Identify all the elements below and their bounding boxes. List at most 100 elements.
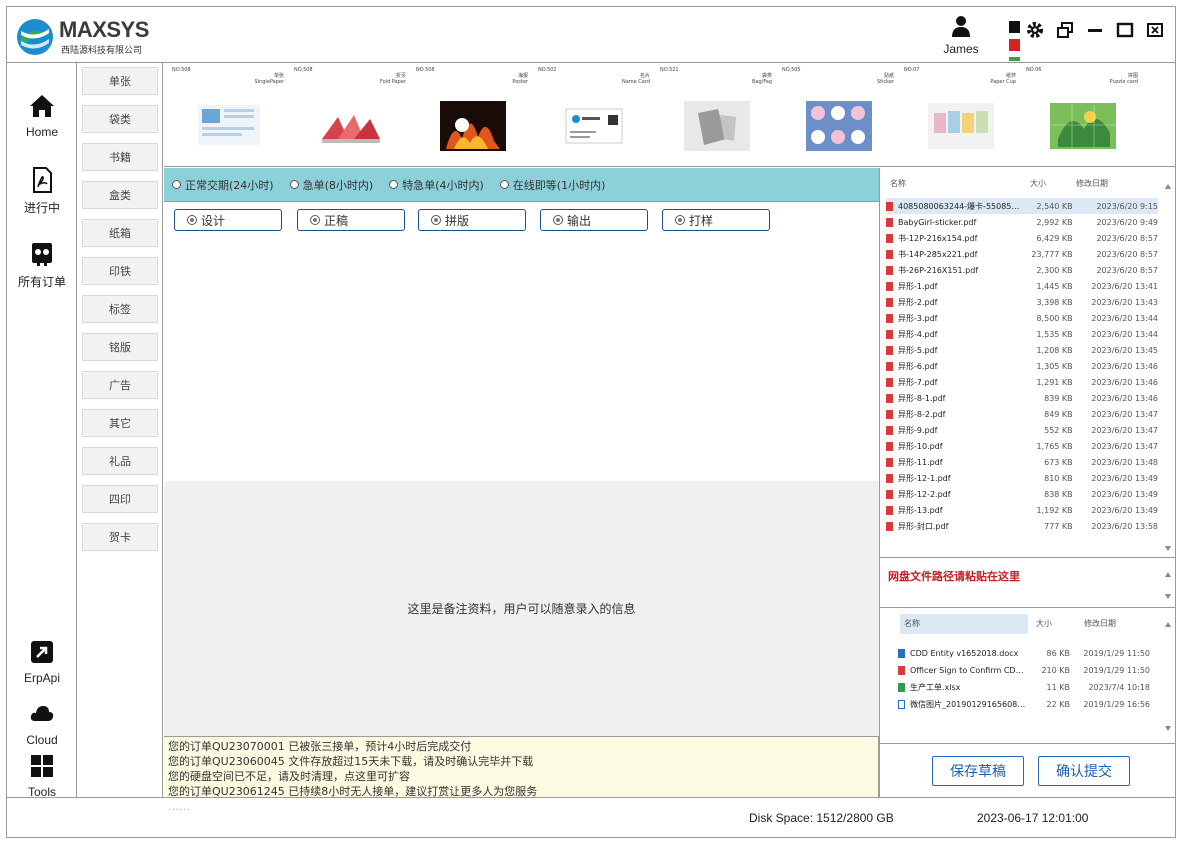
user-profile[interactable]: James [933,15,989,59]
category-item[interactable]: 书籍 [82,143,158,171]
work-area[interactable] [164,237,879,481]
column-name[interactable]: 名称 [904,618,920,629]
file-row[interactable]: 异形-12-1.pdf 810 KB 2023/6/20 13:49 [886,470,1158,486]
file-row[interactable]: 书-14P-285x221.pdf 23,777 KB 2023/6/20 8:57 [886,246,1158,262]
settings-button[interactable] [1023,19,1047,41]
message-line[interactable]: 您的硬盘空间已不足，请及时清理，点这里可扩容 [168,769,874,784]
close-button[interactable] [1143,19,1167,41]
file-list-scrollbar[interactable] [1161,168,1175,557]
file-row[interactable]: 异形-7.pdf 1,291 KB 2023/6/20 13:46 [886,374,1158,390]
pdf-file-icon [886,297,893,307]
file-row[interactable]: 异形-4.pdf 1,535 KB 2023/6/20 13:44 [886,326,1158,342]
file-size: 2,992 KB [1036,217,1073,227]
scroll-down-icon[interactable] [1165,726,1171,731]
scroll-up-icon[interactable] [1165,572,1171,577]
stage-proof[interactable]: 打样 [662,209,770,231]
pdf-file-icon [886,377,893,387]
attachment-row[interactable]: CDD Entity v1652018.docx 86 KB 2019/1/29 1… [898,646,1162,661]
attachment-row[interactable]: Officer Sign to Confirm CD… 210 KB 2019/1/… [898,663,1162,678]
urgency-option-online-wait[interactable]: 在线即等(1小时内) [499,177,605,193]
file-row[interactable]: 异形-6.pdf 1,305 KB 2023/6/20 13:46 [886,358,1158,374]
scroll-down-icon[interactable] [1165,594,1171,599]
stage-design[interactable]: 设计 [174,209,282,231]
cloud-path-input[interactable]: 网盘文件路径请粘贴在这里 [879,558,1175,608]
product-card[interactable]: NO.502 名片 Name Card [538,67,656,163]
file-name: 异形-10.pdf [898,441,943,451]
nav-cloud[interactable]: Cloud [7,701,77,747]
category-item[interactable]: 盒类 [82,181,158,209]
product-card[interactable]: NO.521 袋类 Bag/Fag [660,67,778,163]
category-item[interactable]: 四印 [82,485,158,513]
stage-label: 输出 [567,213,592,228]
product-card[interactable]: NO.508 折页 Fold Paper [294,67,412,163]
file-row[interactable]: 异形-13.pdf 1,192 KB 2023/6/20 13:49 [886,502,1158,518]
scroll-up-icon[interactable] [1165,184,1171,189]
file-row[interactable]: 异形-3.pdf 8,500 KB 2023/6/20 13:44 [886,310,1158,326]
file-row[interactable]: BabyGirl-sticker.pdf 2,992 KB 2023/6/20 9:… [886,214,1158,230]
file-row[interactable]: 异形-8-1.pdf 839 KB 2023/6/20 13:46 [886,390,1158,406]
scroll-down-icon[interactable] [1165,546,1171,551]
file-row[interactable]: 异形-5.pdf 1,208 KB 2023/6/20 13:45 [886,342,1158,358]
attachment-size: 11 KB [1046,683,1070,692]
product-card[interactable]: NO.07 纸杯 Paper Cup [904,67,1022,163]
product-card[interactable]: NO.505 贴纸 Sticker [782,67,900,163]
file-row[interactable]: 异形-12-2.pdf 838 KB 2023/6/20 13:49 [886,486,1158,502]
urgency-label: 正常交期(24小时) [185,178,274,192]
nav-home[interactable]: Home [7,93,77,139]
column-name[interactable]: 名称 [890,178,906,189]
urgency-option-urgent[interactable]: 急单(8小时内) [289,177,373,193]
category-item[interactable]: 礼品 [82,447,158,475]
product-card[interactable]: NO.06 拼图 Puzzle card [1026,67,1144,163]
stage-final[interactable]: 正稿 [297,209,405,231]
product-name-en: Puzzle card [1109,79,1138,85]
logo-subtitle: 西陆源科技有限公司 [61,46,143,56]
file-row[interactable]: 异形-8-2.pdf 849 KB 2023/6/20 13:47 [886,406,1158,422]
attachment-row[interactable]: 生产工单.xlsx 11 KB 2023/7/4 10:18 [898,680,1162,695]
nav-tools[interactable]: Tools [7,753,77,799]
attachment-name: 微信图片_20190129165608… [910,700,1026,709]
note-input-area[interactable]: 这里是备注资料，用户可以随意录入的信息 [164,481,879,737]
file-row[interactable]: 异形-10.pdf 1,765 KB 2023/6/20 13:47 [886,438,1158,454]
urgency-option-normal[interactable]: 正常交期(24小时) [172,177,274,193]
attachment-row[interactable]: 微信图片_20190129165608… 22 KB 2019/1/29 16:56 [898,697,1162,712]
stage-label: 设计 [201,213,226,228]
stage-imposition[interactable]: 拼版 [418,209,526,231]
column-size[interactable]: 大小 [1036,618,1052,629]
file-row[interactable]: 书-26P-216X151.pdf 2,300 KB 2023/6/20 8:57 [886,262,1158,278]
category-item[interactable]: 其它 [82,409,158,437]
file-row[interactable]: 异形-封口.pdf 777 KB 2023/6/20 13:58 [886,518,1158,534]
category-item[interactable]: 袋类 [82,105,158,133]
category-item[interactable]: 标签 [82,295,158,323]
file-row[interactable]: 异形-2.pdf 3,398 KB 2023/6/20 13:43 [886,294,1158,310]
scroll-up-icon[interactable] [1165,622,1171,627]
category-item[interactable]: 单张 [82,67,158,95]
file-size: 1,535 KB [1036,329,1073,339]
nav-all-orders[interactable]: 所有订单 [7,241,77,290]
stage-output[interactable]: 输出 [540,209,648,231]
urgency-option-very-urgent[interactable]: 特急单(4小时内) [389,177,484,193]
category-item[interactable]: 广告 [82,371,158,399]
file-row[interactable]: 异形-11.pdf 673 KB 2023/6/20 13:48 [886,454,1158,470]
category-item[interactable]: 贺卡 [82,523,158,551]
nav-in-progress[interactable]: 进行中 [7,167,77,216]
confirm-submit-button[interactable]: 确认提交 [1038,756,1130,786]
category-item[interactable]: 铭版 [82,333,158,361]
column-date[interactable]: 修改日期 [1084,618,1116,629]
minimize-button[interactable] [1083,19,1107,41]
attachment-date: 2023/7/4 10:18 [1088,683,1150,692]
file-row[interactable]: 异形-9.pdf 552 KB 2023/6/20 13:47 [886,422,1158,438]
file-row[interactable]: 异形-1.pdf 1,445 KB 2023/6/20 13:41 [886,278,1158,294]
column-date[interactable]: 修改日期 [1076,178,1108,189]
nav-erpapi[interactable]: ErpApi [7,639,77,685]
file-row[interactable]: 书-12P-216x154.pdf 6,429 KB 2023/6/20 8:57 [886,230,1158,246]
restore-button[interactable] [1053,19,1077,41]
save-draft-button[interactable]: 保存草稿 [932,756,1024,786]
product-card[interactable]: NO.508 单张 SinglePaper [172,67,290,163]
action-bar: 保存草稿 确认提交 [879,744,1175,797]
category-item[interactable]: 印铁 [82,257,158,285]
file-row[interactable]: 4085080063244-爆卡-55085… 2,540 KB 2023/6/20… [886,198,1158,214]
maximize-button[interactable] [1113,19,1137,41]
category-item[interactable]: 纸箱 [82,219,158,247]
product-card[interactable]: NO.508 海报 Poster [416,67,534,163]
column-size[interactable]: 大小 [1030,178,1046,189]
